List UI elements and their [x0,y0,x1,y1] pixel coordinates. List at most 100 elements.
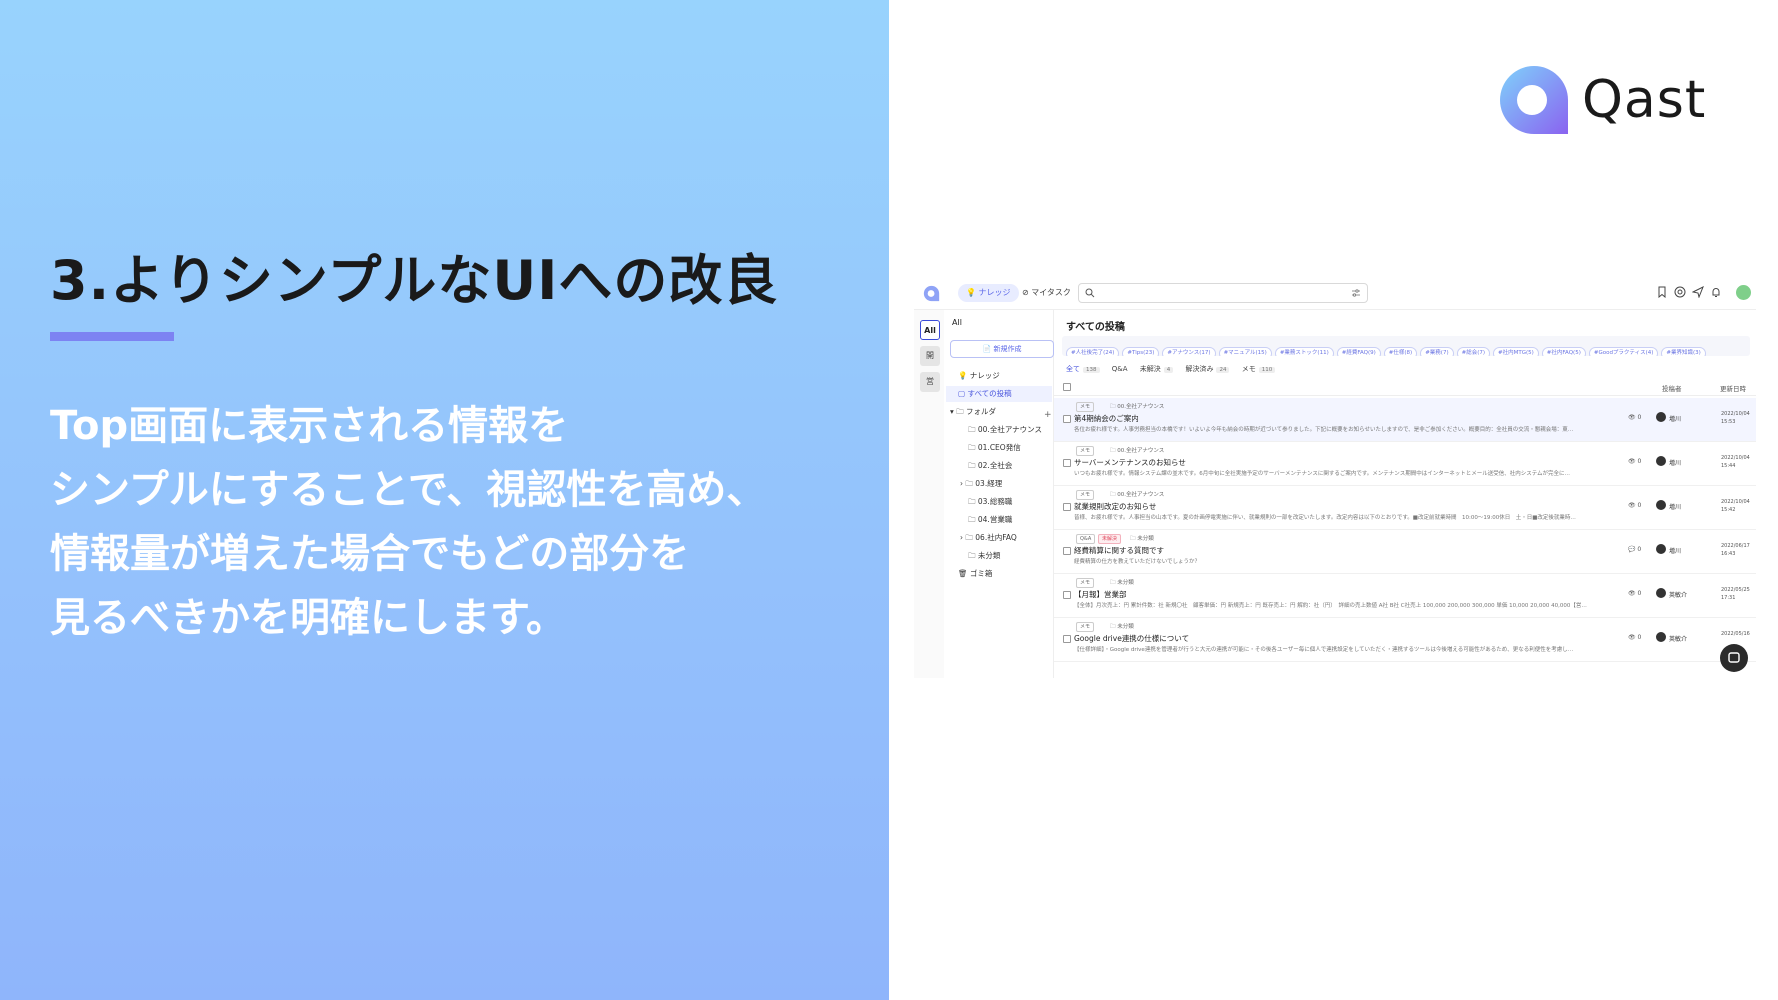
filter-tab-unresolved[interactable]: 未解決 4 [1140,364,1174,374]
post-checkbox[interactable] [1063,459,1071,467]
post-date: 2022/10/04 15:44 [1721,455,1750,469]
nav-tab-mytask[interactable]: ⊘ マイタスク [1014,284,1079,302]
filter-tab-all[interactable]: 全て 138 [1066,364,1100,374]
post-checkbox[interactable] [1063,503,1071,511]
sidebar-folder-item[interactable]: 🗀 未分類 [968,548,1000,564]
sidebar-folder-item[interactable]: 🗀 02.全社会 [968,458,1012,474]
post-row[interactable]: メモ 🗀 未分類 【月報】営業部 【全体】月次売上：円 累計件数：社 新規〇社 … [1054,574,1756,618]
post-title[interactable]: 経費精算に関する質問です [1074,545,1164,556]
sidebar-item-label: 03.総務職 [977,497,1013,506]
tag-chip[interactable]: #業界知識(3) [1661,347,1706,356]
rail-all-button[interactable]: All [920,320,940,340]
user-avatar[interactable] [1736,285,1751,300]
sidebar-item-label: 01.CEO発信 [977,443,1021,452]
filter-settings-icon[interactable] [1351,288,1361,298]
post-row[interactable]: Q&A 未解決 🗀 未分類 経費精算に関する質問です 経費精算の仕方を教えていた… [1054,530,1756,574]
main-content: すべての投稿 #人社後完了(24) #Tips(23) #アナウンス(17) #マニュ… [1054,310,1756,678]
column-updated[interactable]: 更新日時 [1720,383,1746,393]
tag-chip[interactable]: #アナウンス(17) [1162,347,1216,356]
nav-tab-knowledge[interactable]: 💡 ナレッジ [958,284,1019,302]
sidebar-folder-item[interactable]: 🗀 04.営業職 [968,512,1012,528]
filter-count: 138 [1083,367,1100,373]
tag-chip[interactable]: #社内FAQ(5) [1541,347,1586,356]
post-title[interactable]: 第4期納会のご案内 [1074,413,1139,424]
post-folder-label: 未分類 [1117,580,1134,586]
sidebar-folder-item[interactable]: › 🗀 03.経理 [960,476,1002,492]
tag-chip[interactable]: #マニュアル(15) [1218,347,1272,356]
filter-tab-resolved[interactable]: 解決済み 24 [1185,364,1230,374]
avatar [1656,588,1666,598]
bell-icon[interactable] [1710,286,1722,298]
qast-logo: Qast [1498,64,1705,140]
tag-chip[interactable]: #Goodプラクティス(4) [1588,347,1659,356]
post-views: 👁 0 [1628,458,1642,465]
post-date: 2022/05/16 [1721,631,1750,637]
tag-chip[interactable]: #総会(7) [1456,347,1490,356]
post-title[interactable]: サーバーメンテナンスのお知らせ [1074,457,1186,468]
post-folder-label: 未分類 [1137,536,1154,542]
post-checkbox[interactable] [1063,635,1071,643]
sidebar-item-folder[interactable]: ▾ 🗀 フォルダ [950,404,996,420]
description-line: 見るべきかを明確にします。 [50,595,566,641]
filter-tab-memo[interactable]: メモ 110 [1242,364,1276,374]
post-row[interactable]: メモ 🗀 未分類 Google drive連携の仕様について 【仕様詳細】・Go… [1054,618,1756,662]
sidebar-item-label: 02.全社会 [977,461,1013,470]
post-views-count: 0 [1637,502,1642,509]
mention-icon[interactable] [1674,286,1686,298]
tag-chip[interactable]: #業務ストック(11) [1274,347,1334,356]
post-folder-label: 00.全社アナウンス [1117,492,1165,498]
post-title[interactable]: 【月報】営業部 [1074,589,1127,600]
post-row[interactable]: メモ 🗀 00.全社アナウンス 第4期納会のご案内 各位お疲れ様です。人事労務担… [1054,398,1756,442]
tag-chip[interactable]: #社内MTG(5) [1493,347,1539,356]
tag-chip[interactable]: #仕様(8) [1383,347,1418,356]
post-row[interactable]: メモ 🗀 00.全社アナウンス 就業規則改定のお知らせ 皆様、お疲れ様です。人事… [1054,486,1756,530]
sidebar-item-knowledge[interactable]: 💡 ナレッジ [958,368,1000,384]
chat-support-button[interactable] [1720,644,1748,672]
post-type-badge: メモ [1076,490,1095,500]
post-views: 👁 0 [1628,590,1642,597]
rail-workspace-button[interactable]: 営 [920,372,940,392]
rail-workspace-button[interactable]: 開 [920,346,940,366]
sidebar-item-label: 00.全社アナウンス [977,425,1043,434]
post-excerpt: 皆様、お疲れ様です。人事担当の山本です。夏の計画停電実施に伴い、就業規則の一部を… [1074,515,1576,521]
search-input[interactable] [1078,283,1368,303]
post-author: 増川 [1669,416,1682,423]
new-post-button[interactable]: 📄 新規作成 [950,340,1054,358]
column-author[interactable]: 投稿者 [1662,383,1682,393]
post-checkbox[interactable] [1063,415,1071,423]
tag-chip[interactable]: #業務(7) [1420,347,1454,356]
sidebar-item-label: 03.経理 [975,479,1003,488]
post-views-count: 0 [1637,414,1642,421]
sidebar-folder-item[interactable]: 🗀 03.総務職 [968,494,1012,510]
post-row[interactable]: メモ 🗀 00.全社アナウンス サーバーメンテナンスのお知らせ いつもお疲れ様で… [1054,442,1756,486]
sidebar-item-label: すべての投稿 [967,389,1012,398]
add-folder-icon[interactable]: + [1044,410,1052,420]
nav-mytask-label: マイタスク [1031,288,1071,297]
select-all-checkbox[interactable] [1063,383,1071,391]
post-type-badge: Q&A [1076,534,1096,544]
new-post-label: 新規作成 [993,345,1022,353]
slide-description: Top画面に表示される情報を シンプルにすることで、視認性を高め、 情報量が増え… [50,394,850,650]
sidebar-folder-item[interactable]: › 🗀 06.社内FAQ [960,530,1017,546]
qast-logo-icon [1500,66,1568,134]
post-title[interactable]: 就業規則改定のお知らせ [1074,501,1156,512]
tag-chip[interactable]: #Tips(23) [1122,347,1160,356]
status-badge: 未解決 [1098,534,1122,544]
post-folder-label: 00.全社アナウンス [1117,404,1165,410]
post-checkbox[interactable] [1063,547,1071,555]
avatar [1656,456,1666,466]
post-folder: 🗀 未分類 [1110,580,1134,586]
tag-chip[interactable]: #経費FAQ(9) [1336,347,1381,356]
send-icon[interactable] [1692,286,1704,298]
post-title[interactable]: Google drive連携の仕様について [1074,633,1189,644]
bookmark-icon[interactable] [1656,286,1668,298]
sidebar-folder-item[interactable]: 🗀 00.全社アナウンス [968,422,1042,438]
tag-chip[interactable]: #人社後完了(24) [1066,347,1120,356]
filter-label: 全て [1066,365,1080,373]
sidebar-item-trash[interactable]: 🗑 ゴミ箱 [958,566,992,582]
app-logo-icon[interactable] [923,285,940,302]
filter-tab-qa[interactable]: Q&A [1112,365,1128,373]
sidebar-item-all-posts[interactable]: ▢ すべての投稿 [946,386,1052,402]
post-checkbox[interactable] [1063,591,1071,599]
sidebar-folder-item[interactable]: 🗀 01.CEO発信 [968,440,1021,456]
